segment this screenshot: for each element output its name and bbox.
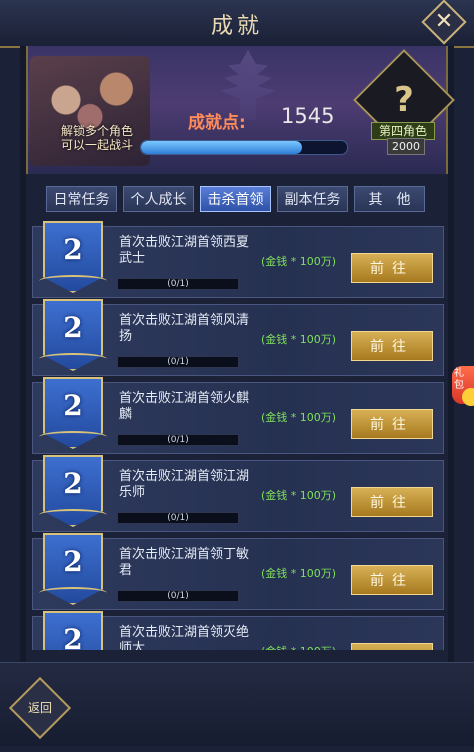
badge-level: 2 xyxy=(63,467,83,500)
badge-level: 2 xyxy=(63,389,83,422)
bottom-bar xyxy=(0,662,474,746)
achievement-item: 2 首次击败江湖首领西夏武士 (0/1) (金钱 * 100万) 前往 xyxy=(32,221,444,298)
achievement-item: 2 首次击败江湖首领江湖乐师 (0/1) (金钱 * 100万) 前往 xyxy=(32,455,444,532)
achievement-reward: (金钱 * 100万) xyxy=(261,489,337,502)
achievement-progress-text: (0/1) xyxy=(167,513,189,523)
achievement-reward: (金钱 * 100万) xyxy=(261,333,337,346)
achievement-progress-text: (0/1) xyxy=(167,279,189,289)
achievement-title: 首次击败江湖首领西夏武士 xyxy=(119,235,250,266)
achievement-title: 首次击败江湖首领火麒麟 xyxy=(119,391,250,422)
achievement-title: 首次击败江湖首领丁敏君 xyxy=(119,547,250,578)
role-cost: 2000 xyxy=(387,138,425,155)
frame-right xyxy=(448,46,454,662)
points-value: 1545 xyxy=(281,104,335,128)
achievement-reward: (金钱 * 100万) xyxy=(261,411,337,424)
achievement-title: 首次击败江湖首领江湖乐师 xyxy=(119,469,250,500)
achievement-item: 2首次击败江湖首领灭绝师太(0/1)(金钱 * 100万)前往 xyxy=(32,611,444,650)
achievement-item: 2 首次击败江湖首领风清扬 (0/1) (金钱 * 100万) 前往 xyxy=(32,299,444,376)
achievement-progress-bar: (0/1) xyxy=(117,356,239,368)
achievement-progress-bar: (0/1) xyxy=(117,278,239,290)
goto-button[interactable]: 前往 xyxy=(351,487,433,517)
achievement-item: 2 首次击败江湖首领丁敏君 (0/1) (金钱 * 100万) 前往 xyxy=(32,533,444,610)
tab-4[interactable]: 副本任务 xyxy=(277,186,348,212)
achievement-progress-bar: (0/1) xyxy=(117,512,239,524)
badge-wing-ornament xyxy=(39,431,107,443)
achievement-progress-text: (0/1) xyxy=(167,357,189,367)
tab-3[interactable]: 击杀首领 xyxy=(200,186,271,212)
points-progress-bar xyxy=(140,140,348,155)
achievement-progress-bar: (0/1) xyxy=(117,590,239,602)
back-label: 返回 xyxy=(27,701,52,715)
achievement-progress-bar: (0/1) xyxy=(117,434,239,446)
category-tabs: 日常任务 个人成长 击杀首领 副本任务其 他 xyxy=(46,186,426,214)
goto-button[interactable]: 前往 xyxy=(351,409,433,439)
close-diamond-icon: ✕ xyxy=(434,9,454,34)
badge-wing-ornament xyxy=(39,275,107,287)
achievement-reward: (金钱 * 100万) xyxy=(261,567,337,580)
points-progress-fill xyxy=(141,141,302,154)
page-title: 成就 xyxy=(210,14,263,39)
badge-wing-ornament xyxy=(39,353,107,365)
goto-button[interactable]: 前往 xyxy=(351,565,433,595)
tab-5[interactable]: 其 他 xyxy=(354,186,425,212)
badge-wing-ornament xyxy=(39,587,107,599)
achievement-progress-text: (0/1) xyxy=(167,435,189,445)
achievement-title: 首次击败江湖首领风清扬 xyxy=(119,313,250,344)
tab-2[interactable]: 个人成长 xyxy=(123,186,194,212)
points-label: 成就点: xyxy=(188,113,246,133)
goto-button[interactable]: 前往 xyxy=(351,253,433,283)
achievement-reward: (金钱 * 100万) xyxy=(261,255,337,268)
achievement-progress-text: (0/1) xyxy=(167,591,189,601)
achievement-reward: (金钱 * 100万) xyxy=(261,643,336,650)
achievement-item: 2 首次击败江湖首领火麒麟 (0/1) (金钱 * 100万) 前往 xyxy=(32,377,444,454)
goto-button[interactable]: 前往 xyxy=(351,643,433,650)
top-bar: 成就 ✕ xyxy=(0,0,474,48)
tab-1[interactable]: 日常任务 xyxy=(46,186,117,212)
achievement-title: 首次击败江湖首领灭绝师太 xyxy=(119,625,250,650)
goto-button[interactable]: 前往 xyxy=(351,331,433,361)
badge-level: 2 xyxy=(63,623,83,650)
badge-level: 2 xyxy=(63,545,83,578)
achievement-list[interactable]: 2 首次击败江湖首领西夏武士 (0/1) (金钱 * 100万) 前往 2 首次击败江湖首领… xyxy=(30,218,444,650)
badge-wing-ornament xyxy=(39,509,107,521)
badge-level: 2 xyxy=(63,311,83,344)
gift-coin-icon xyxy=(462,388,474,406)
tagline-line-1: 解锁多个角色 xyxy=(60,124,133,138)
badge-level: 2 xyxy=(63,233,83,266)
